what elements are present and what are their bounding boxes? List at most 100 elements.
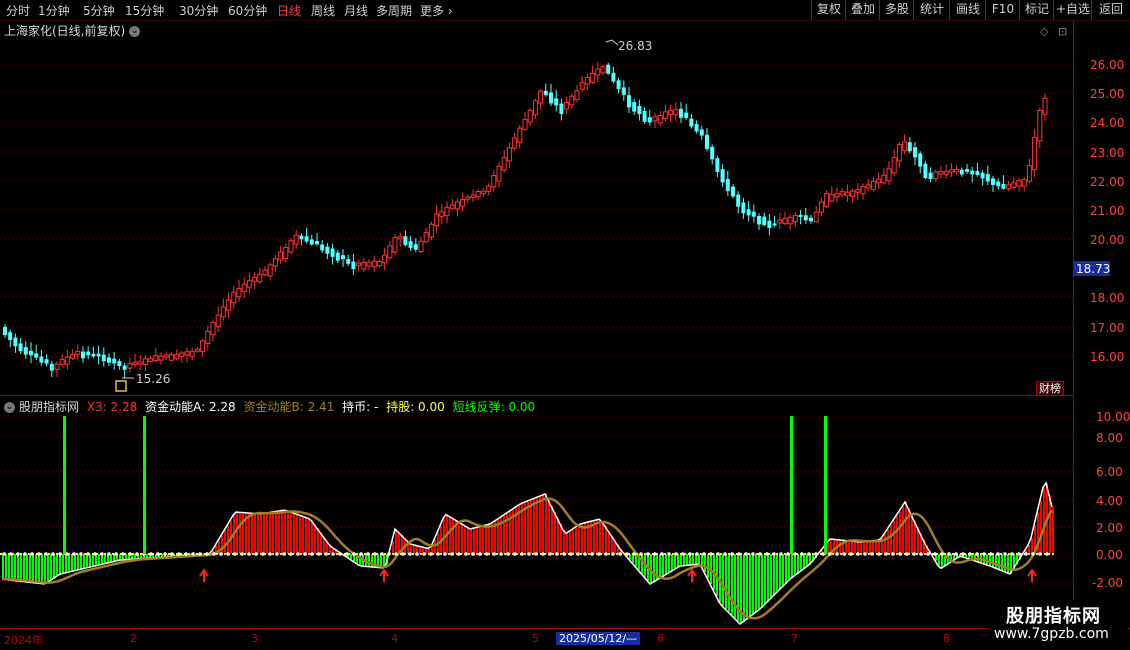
zero-dot bbox=[492, 552, 496, 556]
histogram-bar bbox=[671, 554, 673, 572]
candle bbox=[538, 90, 544, 104]
zero-dot bbox=[1038, 552, 1042, 556]
candle bbox=[787, 216, 793, 225]
signal-bar bbox=[63, 416, 66, 554]
expand-icon[interactable]: ⊡ bbox=[1058, 25, 1067, 38]
zero-dot bbox=[541, 552, 545, 556]
zero-dot bbox=[996, 552, 1000, 556]
histogram-bar bbox=[5, 554, 7, 580]
candle bbox=[590, 72, 596, 83]
zero-dot bbox=[576, 552, 580, 556]
candle bbox=[632, 102, 637, 112]
histogram-bar bbox=[488, 524, 490, 554]
caibang-badge[interactable]: 财榜 bbox=[1036, 381, 1064, 396]
price-tick: 21.00 bbox=[1090, 204, 1124, 218]
histogram-bar bbox=[56, 554, 58, 577]
candle bbox=[611, 72, 616, 82]
histogram-bar bbox=[533, 498, 535, 554]
candle bbox=[325, 246, 330, 254]
zero-dot bbox=[1010, 552, 1014, 556]
candle bbox=[293, 234, 299, 245]
histogram-bar bbox=[575, 527, 577, 554]
chevron-down-icon[interactable]: ⌄ bbox=[4, 402, 15, 413]
candle bbox=[798, 214, 803, 217]
price-tick: 25.00 bbox=[1090, 87, 1124, 101]
zero-dot bbox=[177, 552, 181, 556]
diamond-icon[interactable]: ◇ bbox=[1040, 25, 1049, 38]
zero-dot bbox=[275, 552, 279, 556]
candle bbox=[569, 95, 575, 106]
zero-dot bbox=[632, 552, 636, 556]
zero-dot bbox=[401, 552, 405, 556]
zero-dot bbox=[604, 552, 608, 556]
candle bbox=[278, 251, 284, 261]
candle bbox=[813, 211, 819, 223]
date-label: 4 bbox=[391, 632, 398, 645]
histogram-bar bbox=[551, 506, 553, 554]
candle bbox=[439, 211, 445, 217]
zero-dot bbox=[198, 552, 202, 556]
indicator-x3: X3: 2.28 bbox=[86, 400, 138, 414]
zero-dot bbox=[842, 552, 846, 556]
candle bbox=[236, 287, 242, 298]
zero-dot bbox=[324, 552, 328, 556]
candle bbox=[637, 105, 642, 115]
candle bbox=[757, 215, 761, 225]
histogram-bar bbox=[224, 530, 226, 554]
candle bbox=[891, 156, 897, 174]
zero-dot bbox=[51, 552, 55, 556]
zero-dot bbox=[597, 552, 601, 556]
zero-dot bbox=[443, 552, 447, 556]
histogram-bar bbox=[239, 512, 241, 554]
candle bbox=[496, 165, 502, 182]
histogram-bar bbox=[221, 535, 223, 554]
zero-dot bbox=[534, 552, 538, 556]
histogram-bar bbox=[53, 554, 55, 579]
candle bbox=[850, 190, 856, 197]
zero-dot bbox=[513, 552, 517, 556]
zero-dot bbox=[884, 552, 888, 556]
zero-dot bbox=[2, 552, 6, 556]
zero-dot bbox=[737, 552, 741, 556]
histogram-bar bbox=[668, 554, 670, 574]
histogram-bar bbox=[110, 554, 112, 563]
candle bbox=[522, 118, 528, 130]
chart-canvas[interactable]: 26.00 25.00 24.00 23.00 22.00 21.00 20.0… bbox=[0, 0, 1130, 650]
zero-dot bbox=[282, 552, 286, 556]
candle bbox=[818, 201, 824, 213]
histogram-bar bbox=[308, 518, 310, 554]
histogram-bar bbox=[104, 554, 106, 564]
signal-bar bbox=[790, 416, 793, 554]
histogram-bar bbox=[869, 541, 871, 554]
candle bbox=[996, 181, 1001, 187]
histogram-bar bbox=[536, 497, 538, 554]
candle bbox=[241, 283, 247, 293]
zero-dot bbox=[828, 552, 832, 556]
candle bbox=[341, 255, 345, 260]
zero-dot bbox=[933, 552, 937, 556]
zero-dot bbox=[982, 552, 986, 556]
candle bbox=[834, 193, 840, 198]
histogram-bar bbox=[998, 554, 1000, 570]
histogram-bar bbox=[251, 513, 253, 554]
zero-dot bbox=[695, 552, 699, 556]
ind-tick: 10.00 bbox=[1096, 410, 1130, 424]
candle bbox=[96, 353, 101, 357]
candle bbox=[933, 171, 939, 180]
indicator-rebound: 短线反弹: 0.00 bbox=[452, 400, 536, 414]
candle bbox=[579, 82, 585, 90]
candle bbox=[132, 361, 138, 366]
candle bbox=[715, 158, 720, 172]
histogram-bar bbox=[449, 516, 451, 554]
zero-dot bbox=[149, 552, 153, 556]
candle bbox=[262, 269, 268, 276]
zero-dot bbox=[163, 552, 167, 556]
current-price: 18.73 bbox=[1076, 262, 1110, 276]
histogram-bar bbox=[782, 554, 784, 587]
histogram-bar bbox=[482, 526, 484, 554]
histogram-bar bbox=[599, 519, 601, 554]
zero-dot bbox=[240, 552, 244, 556]
candle bbox=[844, 191, 850, 197]
candle bbox=[304, 236, 309, 242]
zero-dot bbox=[254, 552, 258, 556]
